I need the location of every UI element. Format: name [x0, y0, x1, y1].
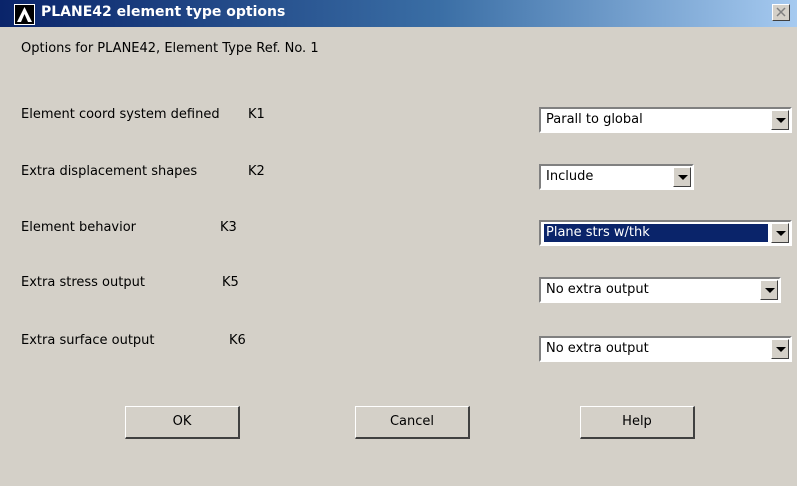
element-coord-system-select[interactable]: Parall to global: [539, 107, 792, 133]
chevron-down-icon[interactable]: [760, 280, 778, 300]
ansys-logo-icon: [14, 4, 35, 25]
option-label-k6: Extra surface output: [21, 333, 155, 348]
window-title: PLANE42 element type options: [41, 4, 286, 20]
select-value: Plane strs w/thk: [544, 224, 768, 242]
chevron-down-icon[interactable]: [771, 339, 789, 359]
select-value: Include: [546, 169, 594, 184]
option-label-k1: Element coord system defined: [21, 107, 220, 122]
title-bar: PLANE42 element type options: [0, 0, 797, 27]
chevron-down-icon[interactable]: [673, 167, 691, 187]
select-value: No extra output: [546, 282, 649, 297]
ok-button[interactable]: OK: [125, 406, 240, 439]
close-button[interactable]: [772, 4, 790, 21]
option-key-k3: K3: [220, 220, 237, 235]
help-button[interactable]: Help: [580, 406, 695, 439]
close-icon: [776, 7, 786, 17]
option-label-k3: Element behavior: [21, 220, 137, 235]
cancel-button[interactable]: Cancel: [355, 406, 470, 439]
option-key-k6: K6: [229, 333, 246, 348]
extra-surface-output-select[interactable]: No extra output: [539, 336, 792, 362]
select-value: Parall to global: [546, 112, 643, 127]
dialog-heading: Options for PLANE42, Element Type Ref. N…: [21, 41, 319, 56]
option-label-k2: Extra displacement shapes: [21, 164, 198, 179]
select-value: No extra output: [546, 341, 649, 356]
extra-stress-output-select[interactable]: No extra output: [539, 277, 781, 303]
element-behavior-select[interactable]: Plane strs w/thk: [539, 220, 792, 246]
chevron-down-icon[interactable]: [771, 223, 789, 243]
option-key-k5: K5: [222, 275, 239, 290]
option-key-k1: K1: [248, 107, 265, 122]
option-key-k2: K2: [248, 164, 265, 179]
extra-displacement-shapes-select[interactable]: Include: [539, 164, 694, 190]
chevron-down-icon[interactable]: [771, 110, 789, 130]
option-label-k5: Extra stress output: [21, 275, 145, 290]
